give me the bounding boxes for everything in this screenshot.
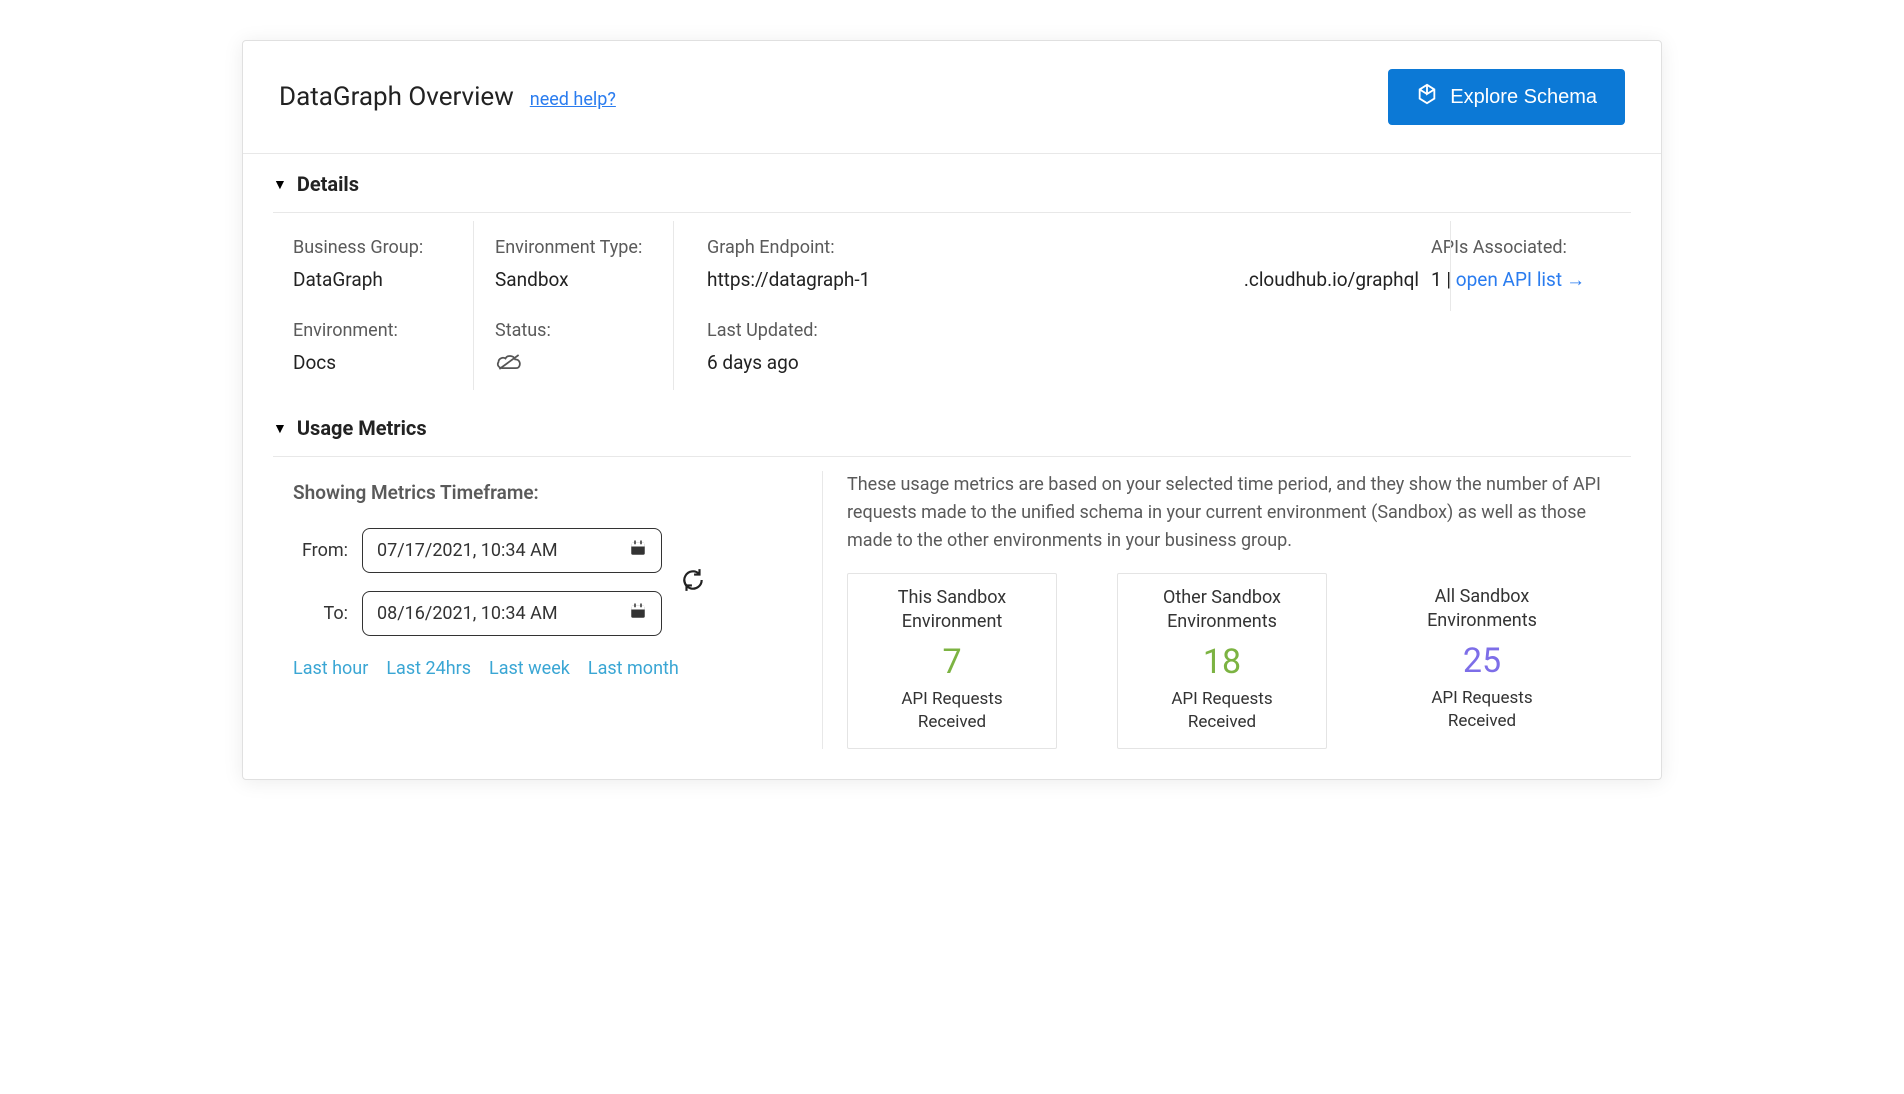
metrics-body: Showing Metrics Timeframe: From: 07/17/2… xyxy=(243,457,1661,779)
timeframe-title: Showing Metrics Timeframe: xyxy=(293,481,802,504)
chevron-down-icon: ▼ xyxy=(273,420,287,437)
help-link[interactable]: need help? xyxy=(530,89,616,110)
vertical-divider xyxy=(473,221,474,390)
apis-label: APIs Associated: xyxy=(1431,237,1621,258)
environment-value: Docs xyxy=(293,351,483,374)
environment-cell: Environment: Docs xyxy=(293,320,483,378)
status-label: Status: xyxy=(495,320,695,341)
card-title: This Sandbox Environment xyxy=(866,586,1038,635)
environment-label: Environment: xyxy=(293,320,483,341)
last-updated-cell: Last Updated: 6 days ago xyxy=(707,320,1419,378)
calendar-icon xyxy=(629,539,647,562)
title-area: DataGraph Overview need help? xyxy=(279,82,616,112)
env-type-value: Sandbox xyxy=(495,268,695,291)
last-updated-value: 6 days ago xyxy=(707,351,1419,374)
card-title: All Sandbox Environments xyxy=(1405,585,1559,634)
apis-value: 1 | open API list→ xyxy=(1431,268,1621,292)
schema-icon xyxy=(1416,83,1438,111)
quick-range-links: Last hour Last 24hrs Last week Last mont… xyxy=(293,658,802,679)
details-section-toggle[interactable]: ▼ Details xyxy=(243,154,1661,206)
metrics-right-column: These usage metrics are based on your se… xyxy=(847,471,1631,749)
page-title: DataGraph Overview xyxy=(279,82,514,112)
this-env-card: This Sandbox Environment 7 API Requests … xyxy=(847,573,1057,749)
endpoint-value: https://datagraph-1 .cloudhub.io/graphql xyxy=(707,268,1419,291)
env-type-cell: Environment Type: Sandbox xyxy=(495,237,695,292)
card-value: 18 xyxy=(1203,642,1241,682)
from-date-value: 07/17/2021, 10:34 AM xyxy=(377,540,558,561)
cloud-icon xyxy=(495,351,695,378)
from-date-input[interactable]: 07/17/2021, 10:34 AM xyxy=(362,528,662,573)
endpoint-right: .cloudhub.io/graphql xyxy=(1244,268,1419,291)
metrics-section-toggle[interactable]: ▼ Usage Metrics xyxy=(243,398,1661,450)
business-group-label: Business Group: xyxy=(293,237,483,258)
date-fields: From: 07/17/2021, 10:34 AM To: 08/16/202… xyxy=(293,528,662,636)
to-label: To: xyxy=(293,603,348,624)
last-24hrs-link[interactable]: Last 24hrs xyxy=(386,658,471,679)
to-date-value: 08/16/2021, 10:34 AM xyxy=(377,603,558,624)
apis-cell: APIs Associated: 1 | open API list→ xyxy=(1431,237,1621,292)
card-subtitle: API Requests Received xyxy=(1405,687,1559,733)
explore-schema-label: Explore Schema xyxy=(1450,86,1597,109)
env-type-label: Environment Type: xyxy=(495,237,695,258)
business-group-cell: Business Group: DataGraph xyxy=(293,237,483,292)
details-grid: Business Group: DataGraph Environment Ty… xyxy=(243,213,1661,398)
vertical-divider xyxy=(1450,221,1451,311)
apis-count: 1 xyxy=(1431,268,1442,291)
details-section-title: Details xyxy=(297,172,359,196)
to-row: To: 08/16/2021, 10:34 AM xyxy=(293,591,662,636)
endpoint-left: https://datagraph-1 xyxy=(707,268,870,291)
card-title: Other Sandbox Environments xyxy=(1136,586,1308,635)
card-value: 7 xyxy=(942,642,961,682)
status-cell: Status: xyxy=(495,320,695,378)
business-group-value: DataGraph xyxy=(293,268,483,291)
card-subtitle: API Requests Received xyxy=(1136,688,1308,734)
timeframe-column: Showing Metrics Timeframe: From: 07/17/2… xyxy=(293,471,823,749)
metrics-description: These usage metrics are based on your se… xyxy=(847,471,1631,555)
last-hour-link[interactable]: Last hour xyxy=(293,658,368,679)
to-date-input[interactable]: 08/16/2021, 10:34 AM xyxy=(362,591,662,636)
last-week-link[interactable]: Last week xyxy=(489,658,570,679)
vertical-divider xyxy=(673,221,674,390)
arrow-right-icon: → xyxy=(1566,268,1585,291)
other-env-card: Other Sandbox Environments 18 API Reques… xyxy=(1117,573,1327,749)
from-label: From: xyxy=(293,540,348,561)
last-updated-label: Last Updated: xyxy=(707,320,1419,341)
all-env-card: All Sandbox Environments 25 API Requests… xyxy=(1387,573,1577,749)
date-rows: From: 07/17/2021, 10:34 AM To: 08/16/202… xyxy=(293,528,802,636)
explore-schema-button[interactable]: Explore Schema xyxy=(1388,69,1625,125)
last-month-link[interactable]: Last month xyxy=(588,658,679,679)
refresh-button[interactable] xyxy=(680,567,706,597)
chevron-down-icon: ▼ xyxy=(273,176,287,193)
card-subtitle: API Requests Received xyxy=(866,688,1038,734)
open-api-list-link[interactable]: open API list→ xyxy=(1456,268,1585,291)
page-container: DataGraph Overview need help? Explore Sc… xyxy=(242,40,1662,780)
endpoint-label: Graph Endpoint: xyxy=(707,237,1419,258)
calendar-icon xyxy=(629,602,647,625)
endpoint-cell: Graph Endpoint: https://datagraph-1 .clo… xyxy=(707,237,1419,292)
header-bar: DataGraph Overview need help? Explore Sc… xyxy=(243,41,1661,154)
card-value: 25 xyxy=(1463,641,1501,681)
from-row: From: 07/17/2021, 10:34 AM xyxy=(293,528,662,573)
open-api-list-label: open API list xyxy=(1456,268,1562,291)
metrics-section-title: Usage Metrics xyxy=(297,416,427,440)
apis-separator: | xyxy=(1442,268,1456,291)
metric-cards: This Sandbox Environment 7 API Requests … xyxy=(847,573,1631,749)
